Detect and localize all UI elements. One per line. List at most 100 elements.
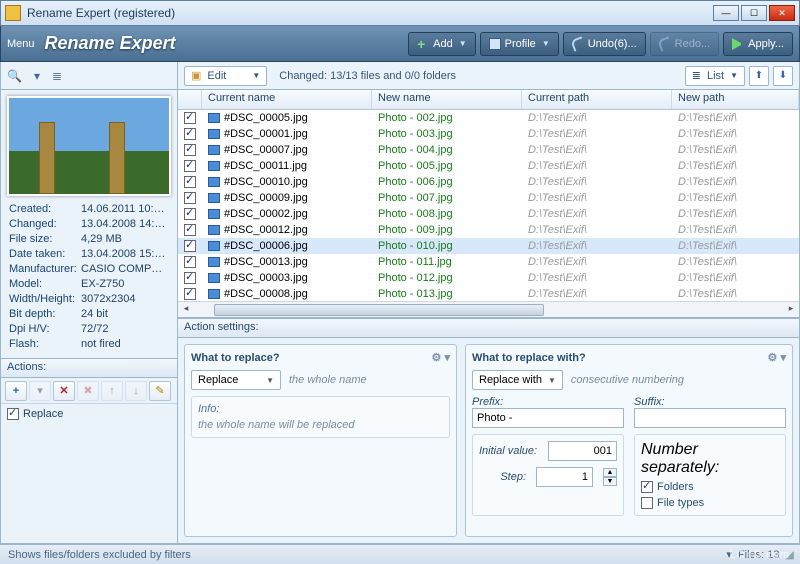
scroll-right-button[interactable]: ▸ <box>783 303 799 317</box>
table-row[interactable]: #DSC_00011.jpgPhoto - 005.jpgD:\Test\Exi… <box>178 158 799 174</box>
table-row[interactable]: #DSC_00005.jpgPhoto - 002.jpgD:\Test\Exi… <box>178 110 799 126</box>
table-row[interactable]: #DSC_00007.jpgPhoto - 004.jpgD:\Test\Exi… <box>178 142 799 158</box>
chevron-down-icon: ▼ <box>252 71 260 80</box>
undo-icon <box>570 36 585 51</box>
meta-key: Model: <box>9 277 81 292</box>
col-current-path[interactable]: Current path <box>522 90 672 109</box>
row-checkbox[interactable] <box>184 288 196 300</box>
gear-icon[interactable]: ⚙ ▾ <box>432 351 450 364</box>
suffix-input[interactable] <box>634 408 786 428</box>
apply-button[interactable]: Apply... <box>723 32 793 56</box>
resize-grip-icon[interactable]: ◢ <box>786 548 792 561</box>
move-down-row-button[interactable]: ⬇ <box>773 66 793 86</box>
row-checkbox[interactable] <box>184 272 196 284</box>
table-row[interactable]: #DSC_00012.jpgPhoto - 009.jpgD:\Test\Exi… <box>178 222 799 238</box>
file-count: Files: 13 <box>738 549 780 561</box>
file-icon <box>208 273 220 283</box>
new-name: Photo - 008.jpg <box>372 208 522 220</box>
table-row[interactable]: #DSC_00002.jpgPhoto - 008.jpgD:\Test\Exi… <box>178 206 799 222</box>
current-path: D:\Test\Exif\ <box>522 112 672 124</box>
move-up-row-button[interactable]: ⬆ <box>749 66 769 86</box>
new-path: D:\Test\Exif\ <box>672 144 799 156</box>
menu-button[interactable]: Menu <box>7 38 35 50</box>
row-checkbox[interactable] <box>184 224 196 236</box>
magnifier-icon[interactable]: 🔍 <box>7 69 22 83</box>
action-checkbox[interactable] <box>7 408 19 420</box>
profile-icon <box>489 38 501 50</box>
add-button[interactable]: + Add▼ <box>408 32 476 56</box>
edit-dropdown[interactable]: ▣ Edit ▼ <box>184 66 267 86</box>
suffix-label: Suffix: <box>634 396 665 408</box>
move-up-button: ↑ <box>101 381 123 401</box>
row-checkbox[interactable] <box>184 256 196 268</box>
action-item[interactable]: Replace <box>7 408 171 420</box>
initial-value-input[interactable] <box>548 441 617 461</box>
gear-icon[interactable]: ⚙ ▾ <box>768 351 786 364</box>
new-path: D:\Test\Exif\ <box>672 256 799 268</box>
file-icon <box>208 161 220 171</box>
filetypes-checkbox[interactable] <box>641 497 653 509</box>
meta-value: not fired <box>81 337 169 352</box>
row-checkbox[interactable] <box>184 208 196 220</box>
undo-button[interactable]: Undo(6)... <box>563 32 646 56</box>
prefix-input[interactable] <box>472 408 624 428</box>
table-row[interactable]: #DSC_00013.jpgPhoto - 011.jpgD:\Test\Exi… <box>178 254 799 270</box>
folders-checkbox[interactable] <box>641 481 653 493</box>
col-new-name[interactable]: New name <box>372 90 522 109</box>
grid-body[interactable]: #DSC_00005.jpgPhoto - 002.jpgD:\Test\Exi… <box>178 110 799 301</box>
step-input[interactable] <box>536 467 593 487</box>
meta-value: 3072x2304 <box>81 292 169 307</box>
table-row[interactable]: #DSC_00008.jpgPhoto - 013.jpgD:\Test\Exi… <box>178 286 799 301</box>
meta-value: 13.04.2008 14:11:32 <box>81 217 169 232</box>
meta-value: CASIO COMPUT... <box>81 262 169 277</box>
step-spinner[interactable]: ▲▼ <box>603 468 617 486</box>
prefix-label: Prefix: <box>472 396 503 408</box>
maximize-button[interactable]: ☐ <box>741 5 767 21</box>
replace-with-hint: consecutive numbering <box>571 374 684 386</box>
view-dropdown[interactable]: ≣ List ▼ <box>685 66 745 86</box>
new-name: Photo - 007.jpg <box>372 192 522 204</box>
preview-panel <box>1 90 177 202</box>
close-button[interactable]: ✕ <box>769 5 795 21</box>
app-icon <box>5 5 21 21</box>
profile-button[interactable]: Profile▼ <box>480 32 559 56</box>
table-row[interactable]: #DSC_00003.jpgPhoto - 012.jpgD:\Test\Exi… <box>178 270 799 286</box>
col-check[interactable] <box>178 90 202 109</box>
row-checkbox[interactable] <box>184 240 196 252</box>
minimize-button[interactable]: — <box>713 5 739 21</box>
remove-action-button[interactable]: ✕ <box>53 381 75 401</box>
scroll-left-button[interactable]: ◂ <box>178 303 194 317</box>
replace-mode-dropdown[interactable]: Replace▼ <box>191 370 281 390</box>
row-checkbox[interactable] <box>184 128 196 140</box>
redo-button: Redo... <box>650 32 719 56</box>
table-row[interactable]: #DSC_00010.jpgPhoto - 006.jpgD:\Test\Exi… <box>178 174 799 190</box>
row-checkbox[interactable] <box>184 192 196 204</box>
new-path: D:\Test\Exif\ <box>672 288 799 300</box>
edit-action-button[interactable]: ✎ <box>149 381 171 401</box>
col-new-path[interactable]: New path <box>672 90 799 109</box>
row-checkbox[interactable] <box>184 112 196 124</box>
meta-key: Created: <box>9 202 81 217</box>
current-name: #DSC_00001.jpg <box>224 128 308 140</box>
new-name: Photo - 004.jpg <box>372 144 522 156</box>
file-icon <box>208 177 220 187</box>
replace-with-mode-dropdown[interactable]: Replace with▼ <box>472 370 563 390</box>
plus-icon: + <box>417 38 429 50</box>
col-current-name[interactable]: Current name <box>202 90 372 109</box>
row-checkbox[interactable] <box>184 144 196 156</box>
current-name: #DSC_00011.jpg <box>224 160 307 172</box>
scroll-thumb[interactable] <box>214 304 544 316</box>
current-name: #DSC_00005.jpg <box>224 112 308 124</box>
horizontal-scrollbar[interactable]: ◂ ▸ <box>178 301 799 317</box>
table-row[interactable]: #DSC_00001.jpgPhoto - 003.jpgD:\Test\Exi… <box>178 126 799 142</box>
list-icon[interactable]: ≣ <box>52 69 62 83</box>
preview-image <box>7 96 171 196</box>
table-row[interactable]: #DSC_00006.jpgPhoto - 010.jpgD:\Test\Exi… <box>178 238 799 254</box>
row-checkbox[interactable] <box>184 176 196 188</box>
table-row[interactable]: #DSC_00009.jpgPhoto - 007.jpgD:\Test\Exi… <box>178 190 799 206</box>
row-checkbox[interactable] <box>184 160 196 172</box>
add-action-button[interactable]: + <box>5 381 27 401</box>
filter-icon[interactable]: ▾ <box>34 69 40 83</box>
current-name: #DSC_00008.jpg <box>224 288 308 300</box>
filter-status-icon[interactable]: ▾ <box>726 548 732 561</box>
